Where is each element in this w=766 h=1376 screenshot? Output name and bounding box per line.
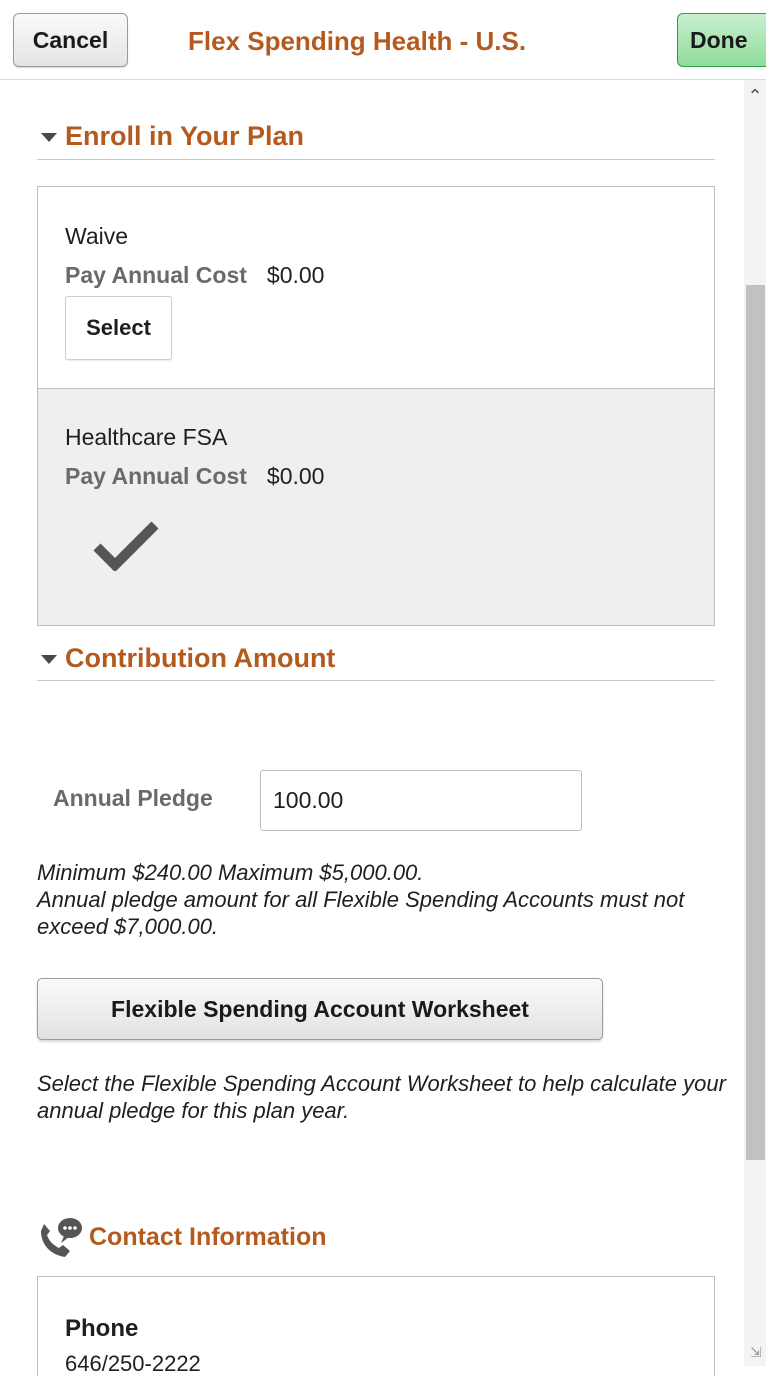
cancel-button[interactable]: Cancel xyxy=(13,13,128,67)
page-title: Flex Spending Health - U.S. xyxy=(188,26,527,56)
cost-value: $0.00 xyxy=(266,463,325,489)
contribution-section-header[interactable]: Contribution Amount xyxy=(37,637,715,681)
worksheet-help-note: Select the Flexible Spending Account Wor… xyxy=(37,1071,726,1123)
plan-option-healthcare-fsa[interactable]: Healthcare FSA Pay Annual Cost $0.00 xyxy=(38,388,714,625)
cost-value: $0.00 xyxy=(266,262,325,288)
phone-value[interactable]: 646/250-2222 xyxy=(65,1351,201,1376)
phone-chat-icon xyxy=(41,1218,82,1257)
plan-name: Waive xyxy=(65,223,129,249)
page-header: Cancel Flex Spending Health - U.S. Done xyxy=(0,0,766,80)
contact-section-header: Contact Information xyxy=(37,1215,327,1259)
pledge-max-total-line: Annual pledge amount for all Flexible Sp… xyxy=(37,887,685,939)
phone-label: Phone xyxy=(65,1315,139,1342)
enroll-section-title: Enroll in Your Plan xyxy=(65,120,305,151)
contact-section-title: Contact Information xyxy=(89,1222,327,1251)
cost-label: Pay Annual Cost xyxy=(65,262,247,288)
pledge-limits-note: Minimum $240.00 Maximum $5,000.00. Annua… xyxy=(37,859,727,940)
cost-label: Pay Annual Cost xyxy=(65,463,247,489)
plan-cost: Pay Annual Cost $0.00 xyxy=(65,463,714,490)
plan-name: Healthcare FSA xyxy=(65,424,228,450)
annual-pledge-input[interactable] xyxy=(260,770,582,831)
plan-options-list: Waive Pay Annual Cost $0.00 Select Healt… xyxy=(37,186,715,626)
plan-cost: Pay Annual Cost $0.00 xyxy=(65,262,714,289)
scrollbar-thumb[interactable] xyxy=(746,285,765,1160)
enroll-section-header[interactable]: Enroll in Your Plan xyxy=(37,113,715,160)
annual-pledge-label: Annual Pledge xyxy=(53,785,213,811)
contact-card: Phone 646/250-2222 xyxy=(37,1276,715,1376)
plan-option-waive[interactable]: Waive Pay Annual Cost $0.00 Select xyxy=(38,187,714,389)
contribution-section-title: Contribution Amount xyxy=(65,643,336,673)
resize-grip-icon[interactable]: ⇲ xyxy=(750,1344,766,1362)
scroll-up-arrow-icon[interactable]: ⌃ xyxy=(744,86,766,107)
fsa-worksheet-button[interactable]: Flexible Spending Account Worksheet xyxy=(37,978,603,1040)
checkmark-icon xyxy=(93,521,159,571)
done-button[interactable]: Done xyxy=(677,13,766,67)
select-waive-button[interactable]: Select xyxy=(65,296,172,360)
pledge-limits-line: Minimum $240.00 Maximum $5,000.00. xyxy=(37,860,424,885)
caret-down-icon xyxy=(41,655,57,664)
caret-down-icon xyxy=(41,132,57,142)
vertical-scrollbar[interactable]: ⌃ xyxy=(744,80,766,1366)
